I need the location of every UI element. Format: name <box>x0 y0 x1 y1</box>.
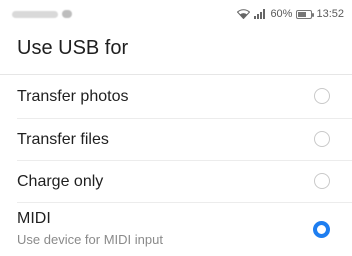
radio-button[interactable] <box>314 88 330 104</box>
radio-button[interactable] <box>314 173 330 189</box>
option-label: MIDI <box>17 210 51 227</box>
clock: 13:52 <box>316 8 344 20</box>
status-bar: 60% 13:52 <box>0 0 352 28</box>
option-label: Transfer files <box>17 130 109 148</box>
wifi-icon <box>237 9 251 19</box>
option-transfer-files[interactable]: Transfer files <box>0 119 352 160</box>
radio-button[interactable] <box>313 221 330 238</box>
status-icons: 60% 13:52 <box>237 8 344 20</box>
radio-button[interactable] <box>314 131 330 147</box>
option-label: Transfer photos <box>17 87 129 105</box>
carrier-blur-2 <box>62 10 72 18</box>
option-charge-only[interactable]: Charge only <box>0 161 352 202</box>
battery-icon <box>296 9 315 19</box>
carrier-name-blurred <box>12 10 72 18</box>
carrier-blur <box>12 10 58 18</box>
option-sublabel: Use device for MIDI input <box>17 232 163 247</box>
signal-icon <box>254 9 266 19</box>
battery-fill <box>298 11 306 17</box>
option-transfer-photos[interactable]: Transfer photos <box>0 75 352 118</box>
page-title: Use USB for <box>17 37 129 59</box>
battery-percent: 60% <box>270 8 293 20</box>
option-midi[interactable]: MIDI Use device for MIDI input <box>0 203 352 256</box>
option-label: Charge only <box>17 172 104 190</box>
